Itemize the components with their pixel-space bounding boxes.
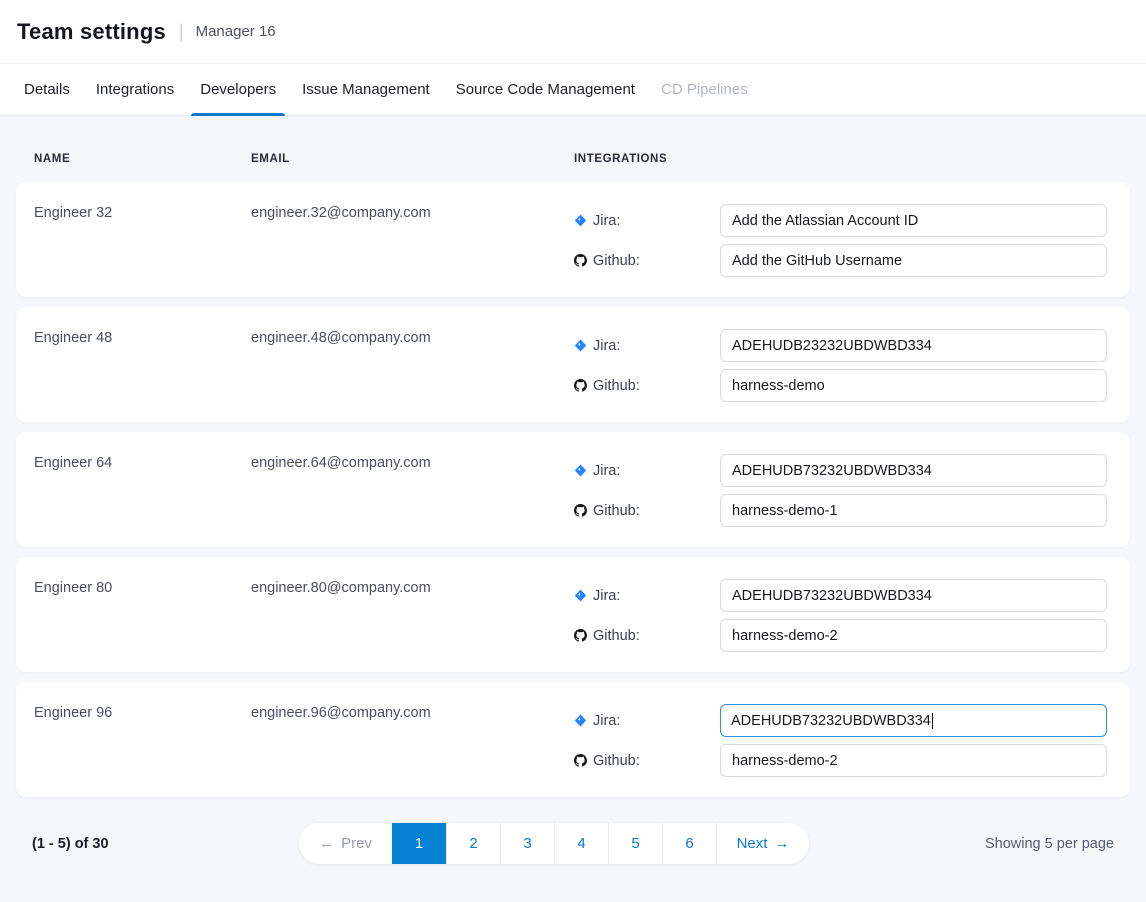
jira-icon [574, 714, 587, 727]
jira-label: Jira: [593, 713, 620, 729]
developer-email: engineer.96@company.com [251, 682, 574, 797]
github-input[interactable] [720, 619, 1107, 652]
table-row: Engineer 96 engineer.96@company.com Jira… [16, 682, 1130, 797]
developer-email: engineer.64@company.com [251, 432, 574, 547]
prev-page-button[interactable]: ← Prev [299, 823, 392, 864]
left-arrow-icon: ← [319, 836, 334, 851]
page-button-4[interactable]: 4 [554, 823, 608, 864]
jira-input[interactable] [720, 204, 1107, 237]
page-subtitle: Manager 16 [196, 23, 276, 40]
jira-label: Jira: [593, 463, 620, 479]
jira-icon [574, 464, 587, 477]
jira-input[interactable] [720, 579, 1107, 612]
table-row: Engineer 80 engineer.80@company.com Jira… [16, 557, 1130, 672]
jira-input[interactable] [720, 454, 1107, 487]
github-input[interactable] [720, 369, 1107, 402]
page-header: Team settings | Manager 16 [0, 0, 1146, 64]
title-separator: | [179, 21, 184, 42]
page-button-6[interactable]: 6 [662, 823, 716, 864]
table-header: NAME EMAIL INTEGRATIONS [16, 153, 1130, 165]
github-label: Github: [593, 503, 640, 519]
jira-icon [574, 214, 587, 227]
github-input[interactable] [720, 244, 1107, 277]
github-icon [574, 254, 587, 267]
github-label: Github: [593, 753, 640, 769]
right-arrow-icon: → [774, 836, 789, 851]
github-icon [574, 754, 587, 767]
developer-email: engineer.48@company.com [251, 307, 574, 422]
table-row: Engineer 48 engineer.48@company.com Jira… [16, 307, 1130, 422]
column-name: NAME [34, 153, 251, 165]
per-page-label: Showing 5 per page [985, 836, 1114, 852]
jira-input[interactable] [720, 329, 1107, 362]
page-button-2[interactable]: 2 [446, 823, 500, 864]
github-icon [574, 379, 587, 392]
pager: ← Prev 1 2 3 4 5 6 Next → [299, 823, 809, 864]
tab-issue-management[interactable]: Issue Management [293, 64, 439, 115]
developer-name: Engineer 96 [34, 682, 251, 797]
jira-label: Jira: [593, 338, 620, 354]
table-row: Engineer 32 engineer.32@company.com Jira… [16, 182, 1130, 297]
developer-email: engineer.32@company.com [251, 182, 574, 297]
page-button-1[interactable]: 1 [392, 823, 446, 864]
developer-email: engineer.80@company.com [251, 557, 574, 672]
github-input[interactable] [720, 494, 1107, 527]
github-icon [574, 504, 587, 517]
jira-input-value: ADEHUDB73232UBDWBD334 [731, 713, 931, 729]
tab-cd-pipelines: CD Pipelines [652, 64, 757, 115]
tab-developers[interactable]: Developers [191, 64, 285, 115]
tab-details[interactable]: Details [15, 64, 79, 115]
developer-name: Engineer 48 [34, 307, 251, 422]
developers-panel: NAME EMAIL INTEGRATIONS Engineer 32 engi… [0, 153, 1146, 864]
tab-bar: Details Integrations Developers Issue Ma… [0, 64, 1146, 116]
page-title: Team settings [17, 19, 166, 45]
tab-source-code-management[interactable]: Source Code Management [447, 64, 644, 115]
text-cursor [932, 713, 934, 729]
github-label: Github: [593, 628, 640, 644]
jira-label: Jira: [593, 213, 620, 229]
developer-name: Engineer 32 [34, 182, 251, 297]
github-label: Github: [593, 378, 640, 394]
jira-input-focused[interactable]: ADEHUDB73232UBDWBD334 [720, 704, 1107, 737]
jira-icon [574, 589, 587, 602]
column-email: EMAIL [251, 153, 574, 165]
column-integrations: INTEGRATIONS [574, 153, 1130, 165]
table-row: Engineer 64 engineer.64@company.com Jira… [16, 432, 1130, 547]
next-page-button[interactable]: Next → [716, 823, 809, 864]
developer-name: Engineer 80 [34, 557, 251, 672]
pagination-bar: (1 - 5) of 30 ← Prev 1 2 3 4 5 6 Next → … [16, 823, 1130, 864]
jira-label: Jira: [593, 588, 620, 604]
result-range: (1 - 5) of 30 [32, 836, 109, 852]
tab-integrations[interactable]: Integrations [87, 64, 183, 115]
github-input[interactable] [720, 744, 1107, 777]
developer-name: Engineer 64 [34, 432, 251, 547]
github-icon [574, 629, 587, 642]
page-button-3[interactable]: 3 [500, 823, 554, 864]
github-label: Github: [593, 253, 640, 269]
jira-icon [574, 339, 587, 352]
page-button-5[interactable]: 5 [608, 823, 662, 864]
